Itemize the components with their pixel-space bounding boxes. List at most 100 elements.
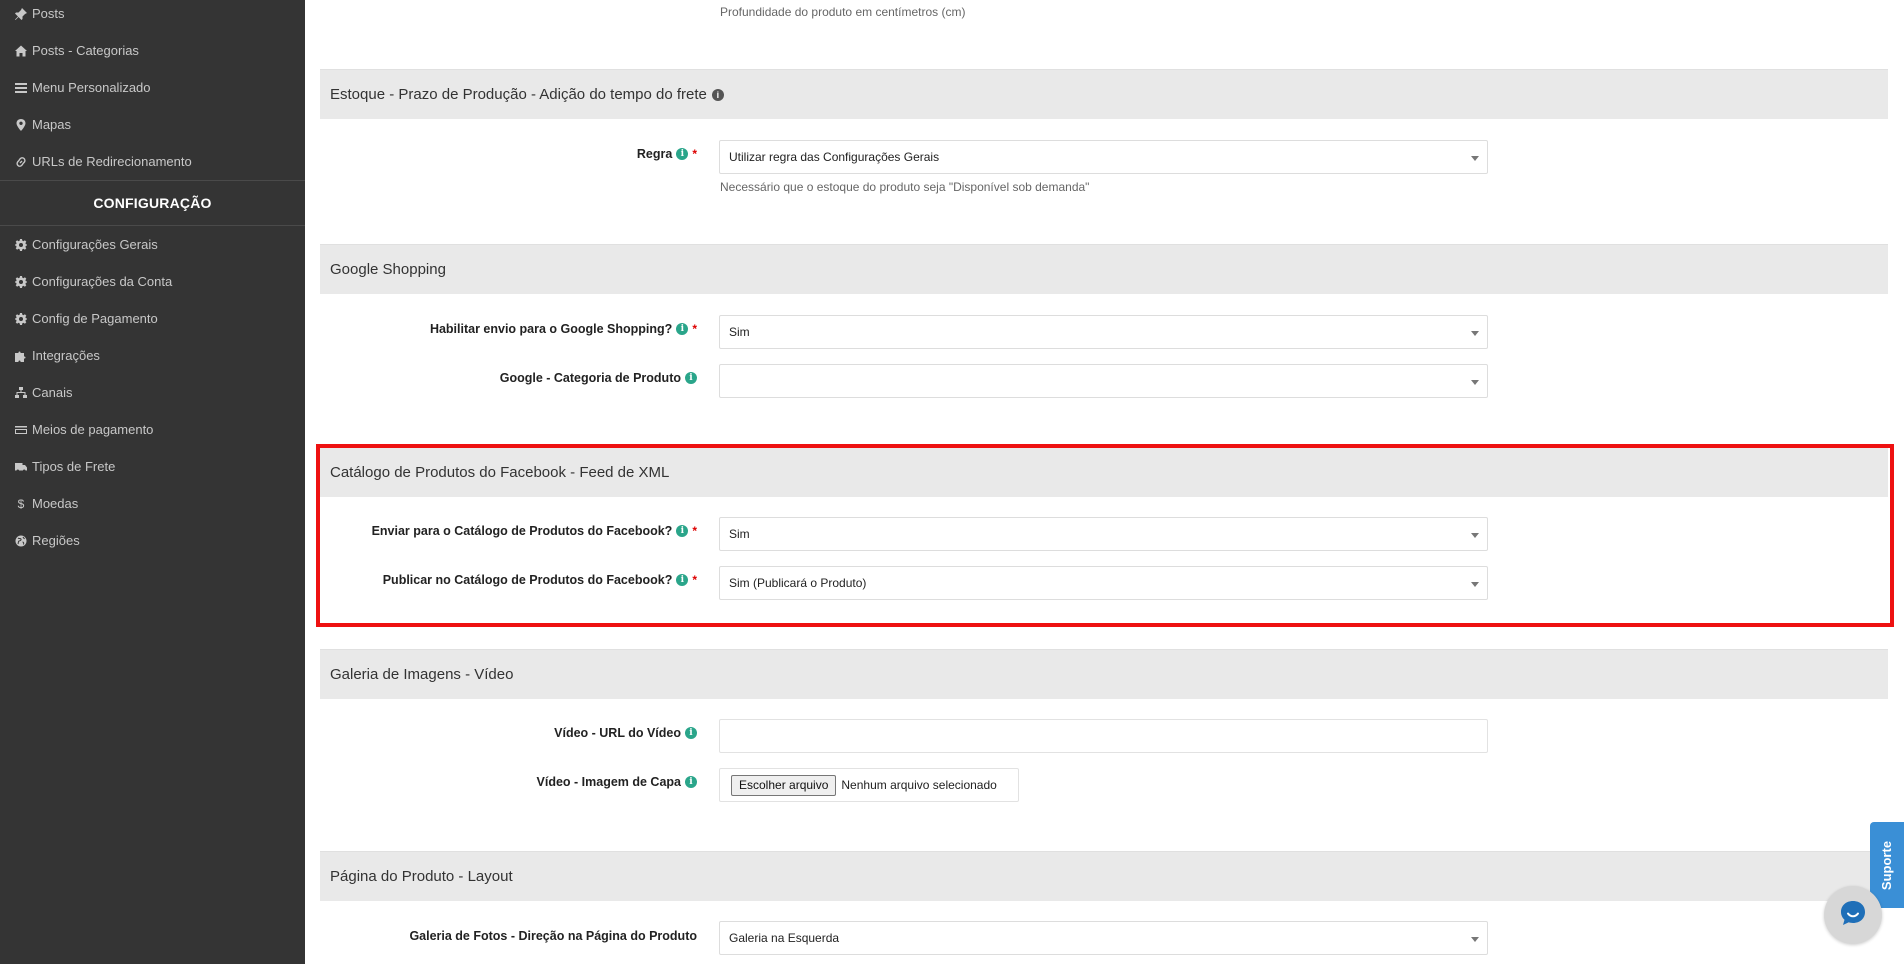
select-value: Sim xyxy=(729,325,750,339)
sidebar-item-label: Menu Personalizado xyxy=(32,80,151,95)
sidebar-item-posts-categorias[interactable]: Posts - Categorias xyxy=(0,32,305,69)
required-asterisk: * xyxy=(692,524,697,538)
google-enable-label: Habilitar envio para o Google Shopping? … xyxy=(430,322,697,336)
rule-label: Regra i * xyxy=(637,147,697,161)
label-text: Publicar no Catálogo de Produtos do Face… xyxy=(382,573,673,587)
facebook-publish-select[interactable]: Sim (Publicará o Produto) xyxy=(719,566,1488,600)
section-title: Estoque - Prazo de Produção - Adição do … xyxy=(330,86,707,103)
choose-file-button[interactable]: Escolher arquivo xyxy=(731,774,837,796)
globe-icon xyxy=(15,535,27,547)
sidebar-item-label: Posts xyxy=(32,6,65,21)
section-product-layout: Página do Produto - Layout xyxy=(320,851,1888,901)
video-url-label: Vídeo - URL do Vídeo i xyxy=(554,726,697,740)
chat-bubble-icon xyxy=(1838,898,1868,933)
map-marker-icon xyxy=(15,118,27,131)
select-value: Sim (Publicará o Produto) xyxy=(729,576,867,590)
label-text: Regra xyxy=(636,147,673,161)
section-title: Página do Produto - Layout xyxy=(330,868,513,885)
sidebar-item-label: Configurações Gerais xyxy=(32,237,158,252)
section-facebook-catalog: Catálogo de Produtos do Facebook - Feed … xyxy=(320,447,1888,497)
label-text: Vídeo - URL do Vídeo xyxy=(554,726,681,740)
sidebar-item-tipos-frete[interactable]: Tipos de Frete xyxy=(0,448,305,485)
sidebar-item-label: Configurações da Conta xyxy=(32,274,173,289)
label-text: Habilitar envio para o Google Shopping? xyxy=(429,322,673,336)
info-icon[interactable]: i xyxy=(676,525,689,537)
sidebar-item-menu-personalizado[interactable]: Menu Personalizado xyxy=(0,69,305,106)
info-icon[interactable]: i xyxy=(685,727,697,739)
facebook-send-label: Enviar para o Catálogo de Produtos do Fa… xyxy=(372,524,697,538)
section-estoque: Estoque - Prazo de Produção - Adição do … xyxy=(320,69,1888,119)
select-value: Utilizar regra das Configurações Gerais xyxy=(729,150,940,164)
select-value: Galeria na Esquerda xyxy=(729,931,840,945)
label-text: Enviar para o Catálogo de Produtos do Fa… xyxy=(371,524,673,538)
sidebar-item-configuracoes-conta[interactable]: Configurações da Conta xyxy=(0,263,305,300)
chevron-down-icon xyxy=(1471,582,1479,587)
sitemap-icon xyxy=(15,386,27,399)
sidebar-item-configuracoes-gerais[interactable]: Configurações Gerais xyxy=(0,226,305,263)
gear-icon xyxy=(15,238,27,251)
gear-icon xyxy=(15,312,27,325)
select-value: Sim xyxy=(729,527,750,541)
main-content: Profundidade do produto em centímetros (… xyxy=(305,0,1904,964)
sidebar-item-label: Config de Pagamento xyxy=(32,311,158,326)
facebook-send-select[interactable]: Sim xyxy=(719,517,1488,551)
chevron-down-icon xyxy=(1471,937,1479,942)
sidebar-item-regioes[interactable]: Regiões xyxy=(0,522,305,559)
list-icon xyxy=(15,82,27,94)
info-icon[interactable]: i xyxy=(676,148,689,160)
section-title: Galeria de Imagens - Vídeo xyxy=(330,666,514,683)
sidebar-item-label: Meios de pagamento xyxy=(32,422,154,437)
section-galeria-video: Galeria de Imagens - Vídeo xyxy=(320,649,1888,699)
file-status: Nenhum arquivo selecionado xyxy=(841,778,997,792)
chevron-down-icon xyxy=(1471,156,1479,161)
sidebar-item-integracoes[interactable]: Integrações xyxy=(0,337,305,374)
sidebar-item-label: Posts - Categorias xyxy=(32,43,139,58)
chevron-down-icon xyxy=(1471,533,1479,538)
video-url-input[interactable] xyxy=(719,719,1488,753)
dollar-icon: $ xyxy=(17,496,25,511)
home-icon xyxy=(15,45,27,57)
google-enable-select[interactable]: Sim xyxy=(719,315,1488,349)
info-icon[interactable]: i xyxy=(685,776,697,788)
puzzle-icon xyxy=(15,350,27,362)
sidebar-item-posts[interactable]: Posts xyxy=(0,0,305,32)
credit-card-icon xyxy=(15,424,27,436)
truck-icon xyxy=(15,461,27,473)
app-root: Posts Posts - Categorias Menu Personaliz… xyxy=(0,0,1904,964)
rule-help-text: Necessário que o estoque do produto seja… xyxy=(720,180,1090,194)
sidebar-item-meios-pagamento[interactable]: Meios de pagamento xyxy=(0,411,305,448)
sidebar-heading-configuracao: CONFIGURAÇÃO xyxy=(93,195,212,211)
support-tab[interactable]: Suporte xyxy=(1870,822,1904,908)
sidebar-item-canais[interactable]: Canais xyxy=(0,374,305,411)
sidebar-item-label: URLs de Redirecionamento xyxy=(32,154,192,169)
section-title: Google Shopping xyxy=(330,261,446,278)
rule-select[interactable]: Utilizar regra das Configurações Gerais xyxy=(719,140,1488,174)
google-category-select[interactable] xyxy=(719,364,1488,398)
depth-help-text: Profundidade do produto em centímetros (… xyxy=(720,5,966,19)
chat-button[interactable] xyxy=(1824,886,1882,944)
video-cover-file-input[interactable]: Escolher arquivo Nenhum arquivo selecion… xyxy=(719,768,1019,802)
info-icon[interactable]: i xyxy=(685,372,697,384)
sidebar-item-moedas[interactable]: $ Moedas xyxy=(0,485,305,522)
sidebar-item-config-pagamento[interactable]: Config de Pagamento xyxy=(0,300,305,337)
sidebar-item-mapas[interactable]: Mapas xyxy=(0,106,305,143)
pin-icon xyxy=(15,7,27,20)
sidebar-item-urls-redirecionamento[interactable]: URLs de Redirecionamento xyxy=(0,143,305,180)
gallery-direction-select[interactable]: Galeria na Esquerda xyxy=(719,921,1488,955)
required-asterisk: * xyxy=(692,322,697,336)
gear-icon xyxy=(15,275,27,288)
sidebar-item-label: Canais xyxy=(32,385,73,400)
sidebar-item-label: Mapas xyxy=(32,117,72,132)
required-asterisk: * xyxy=(692,573,697,587)
sidebar-item-label: Tipos de Frete xyxy=(32,459,116,474)
info-icon[interactable]: i xyxy=(676,323,689,335)
facebook-publish-label: Publicar no Catálogo de Produtos do Face… xyxy=(383,573,697,587)
info-icon[interactable]: i xyxy=(676,574,689,586)
chevron-down-icon xyxy=(1471,331,1479,336)
link-icon xyxy=(15,156,27,168)
info-icon[interactable]: i xyxy=(711,88,724,101)
section-title: Catálogo de Produtos do Facebook - Feed … xyxy=(330,464,670,481)
chevron-down-icon xyxy=(1471,380,1479,385)
google-category-label: Google - Categoria de Produto i xyxy=(500,371,697,385)
sidebar-item-label: Moedas xyxy=(32,496,79,511)
